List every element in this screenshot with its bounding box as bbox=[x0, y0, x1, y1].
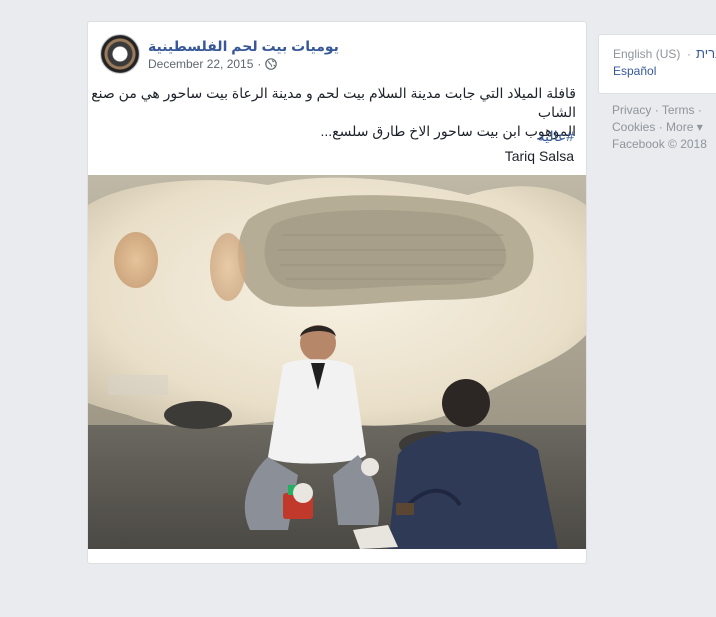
footer-links: Privacy · Terms · Cookies · More ▾ Faceb… bbox=[612, 102, 707, 153]
post-message: قافلة الميلاد التي جابت مدينة السلام بيت… bbox=[88, 84, 576, 141]
post-meta: December 22, 2015 · bbox=[148, 57, 278, 71]
tagged-person-name: Tariq Salsa bbox=[504, 148, 574, 164]
post-message-line: قافلة الميلاد التي جابت مدينة السلام بيت… bbox=[91, 85, 576, 120]
page-avatar[interactable] bbox=[100, 34, 140, 74]
footer-separator: · bbox=[654, 103, 659, 117]
more-link[interactable]: More bbox=[666, 120, 693, 134]
footer-separator: · bbox=[697, 103, 702, 117]
language-espanol-link[interactable]: Español bbox=[613, 64, 656, 78]
hashtag-link[interactable]: #عالية bbox=[538, 128, 574, 145]
post-message-line: الموهوب ابن بيت ساحور الاخ طارق سلسع... bbox=[320, 123, 577, 139]
post-photo[interactable] bbox=[88, 175, 586, 549]
page-name-link[interactable]: يوميات بيت لحم الفلسطينية bbox=[148, 38, 339, 55]
language-separator: · bbox=[687, 47, 691, 61]
post-timestamp[interactable]: December 22, 2015 bbox=[148, 57, 253, 71]
cookies-link[interactable]: Cookies bbox=[612, 120, 655, 134]
language-hebrew-link[interactable]: עברית bbox=[696, 46, 716, 61]
terms-link[interactable]: Terms bbox=[662, 103, 695, 117]
privacy-link[interactable]: Privacy bbox=[612, 103, 651, 117]
post-card: يوميات بيت لحم الفلسطينية December 22, 2… bbox=[87, 21, 587, 564]
copyright-text: Facebook © 2018 bbox=[612, 137, 707, 151]
meta-separator: · bbox=[257, 57, 262, 71]
globe-icon[interactable] bbox=[265, 58, 278, 70]
footer-separator: · bbox=[658, 120, 663, 134]
current-language: English (US) bbox=[613, 47, 681, 61]
chevron-down-icon[interactable]: ▾ bbox=[697, 120, 703, 134]
language-box: English (US) · עברית Español bbox=[598, 34, 716, 94]
